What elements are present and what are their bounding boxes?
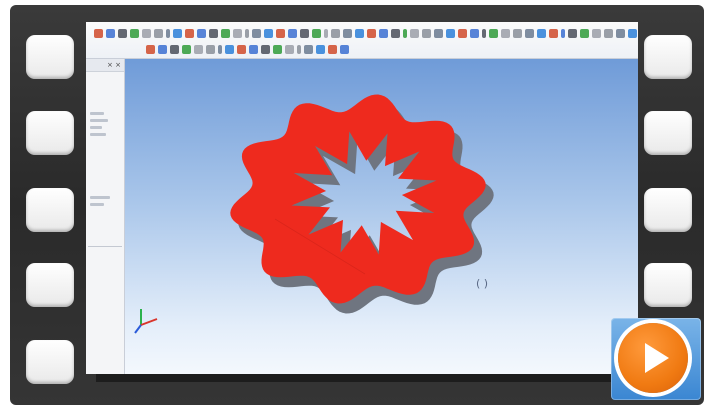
toolbar-icon[interactable] xyxy=(225,44,234,54)
toolbar-icon[interactable] xyxy=(276,28,285,38)
panel-close-icon[interactable]: × × xyxy=(107,61,121,69)
toolbar-icon[interactable] xyxy=(434,28,443,38)
toolbar-icon[interactable] xyxy=(568,28,577,38)
toolbar-icon[interactable] xyxy=(604,28,613,38)
cad-application-screen: × × ( ) xyxy=(86,22,638,374)
toolbar-icon[interactable] xyxy=(328,44,337,54)
toolbar-icon[interactable] xyxy=(166,28,170,38)
toolbar-icon[interactable] xyxy=(252,28,261,38)
toolbar-icon[interactable] xyxy=(312,28,321,38)
toolbar-icon[interactable] xyxy=(118,28,127,38)
toolbar-icon[interactable] xyxy=(245,28,249,38)
toolbar-icon[interactable] xyxy=(237,44,246,54)
toolbar-icon[interactable] xyxy=(561,28,565,38)
film-perforation xyxy=(644,263,692,307)
toolbar-icon[interactable] xyxy=(355,28,364,38)
toolbar-icon[interactable] xyxy=(209,28,218,38)
toolbar-icon[interactable] xyxy=(525,28,534,38)
toolbar-icon[interactable] xyxy=(218,44,222,54)
tree-item[interactable] xyxy=(90,203,104,206)
toolbar-icon[interactable] xyxy=(458,28,467,38)
toolbar-icon[interactable] xyxy=(197,28,206,38)
toolbar-icon[interactable] xyxy=(285,44,294,54)
film-strip-left xyxy=(10,5,94,405)
toolbar-icon[interactable] xyxy=(264,28,273,38)
toolbar-icon[interactable] xyxy=(170,44,179,54)
toolbar-icon[interactable] xyxy=(185,28,194,38)
toolbar-icon[interactable] xyxy=(324,28,328,38)
film-perforation xyxy=(26,111,74,155)
toolbar xyxy=(86,22,638,59)
toolbar-icon[interactable] xyxy=(261,44,270,54)
film-perforation xyxy=(644,188,692,232)
toolbar-icon[interactable] xyxy=(249,44,258,54)
toolbar-icon[interactable] xyxy=(300,28,309,38)
film-perforation xyxy=(26,188,74,232)
toolbar-icon[interactable] xyxy=(537,28,546,38)
toolbar-icon[interactable] xyxy=(316,44,325,54)
tree-item[interactable] xyxy=(90,126,102,129)
toolbar-icon[interactable] xyxy=(628,28,637,38)
3d-part-model[interactable] xyxy=(125,59,638,374)
feature-tree-panel[interactable]: × × xyxy=(86,59,125,374)
dimension-label: ( ) xyxy=(476,277,489,290)
panel-divider xyxy=(88,246,122,247)
toolbar-icon[interactable] xyxy=(182,44,191,54)
toolbar-icon[interactable] xyxy=(106,28,115,38)
toolbar-icon[interactable] xyxy=(130,28,139,38)
toolbar-icon[interactable] xyxy=(94,28,103,38)
film-perforation xyxy=(644,35,692,79)
toolbar-icon[interactable] xyxy=(273,44,282,54)
toolbar-icon[interactable] xyxy=(340,44,349,54)
toolbar-icon[interactable] xyxy=(391,28,400,38)
toolbar-icon[interactable] xyxy=(233,28,242,38)
toolbar-icon[interactable] xyxy=(158,44,167,54)
tree-item[interactable] xyxy=(90,196,110,199)
play-icon[interactable] xyxy=(645,343,669,373)
tree-item[interactable] xyxy=(90,119,108,122)
panel-header: × × xyxy=(86,59,124,72)
film-perforation xyxy=(644,111,692,155)
toolbar-icon[interactable] xyxy=(367,28,376,38)
toolbar-icon[interactable] xyxy=(501,28,510,38)
toolbar-icon[interactable] xyxy=(194,44,203,54)
toolbar-icon[interactable] xyxy=(482,28,486,38)
toolbar-icon[interactable] xyxy=(173,28,182,38)
toolbar-icon[interactable] xyxy=(304,44,313,54)
toolbar-icon[interactable] xyxy=(513,28,522,38)
tree-item[interactable] xyxy=(90,112,104,115)
toolbar-icon[interactable] xyxy=(616,28,625,38)
play-button[interactable] xyxy=(611,318,701,400)
flower-shaped-part[interactable] xyxy=(230,94,486,304)
film-perforation xyxy=(26,35,74,79)
toolbar-icon[interactable] xyxy=(221,28,230,38)
toolbar-row-1 xyxy=(94,27,637,39)
toolbar-icon[interactable] xyxy=(297,44,301,54)
toolbar-icon[interactable] xyxy=(154,28,163,38)
toolbar-icon[interactable] xyxy=(580,28,589,38)
toolbar-icon[interactable] xyxy=(446,28,455,38)
toolbar-icon[interactable] xyxy=(403,28,407,38)
toolbar-icon[interactable] xyxy=(206,44,215,54)
toolbar-row-2 xyxy=(146,43,398,55)
toolbar-icon[interactable] xyxy=(422,28,431,38)
toolbar-icon[interactable] xyxy=(146,44,155,54)
axis-triad-icon xyxy=(134,309,158,334)
toolbar-icon[interactable] xyxy=(288,28,297,38)
toolbar-icon[interactable] xyxy=(331,28,340,38)
film-perforation xyxy=(26,263,74,307)
toolbar-icon[interactable] xyxy=(470,28,479,38)
toolbar-icon[interactable] xyxy=(549,28,558,38)
3d-viewport[interactable]: ( ) xyxy=(125,59,638,374)
tree-item[interactable] xyxy=(90,133,106,136)
film-bottom-bar xyxy=(96,374,628,382)
toolbar-icon[interactable] xyxy=(343,28,352,38)
toolbar-icon[interactable] xyxy=(592,28,601,38)
toolbar-icon[interactable] xyxy=(142,28,151,38)
toolbar-icon[interactable] xyxy=(410,28,419,38)
play-circle[interactable] xyxy=(618,323,688,393)
toolbar-icon[interactable] xyxy=(379,28,388,38)
film-perforation xyxy=(26,340,74,384)
toolbar-icon[interactable] xyxy=(489,28,498,38)
